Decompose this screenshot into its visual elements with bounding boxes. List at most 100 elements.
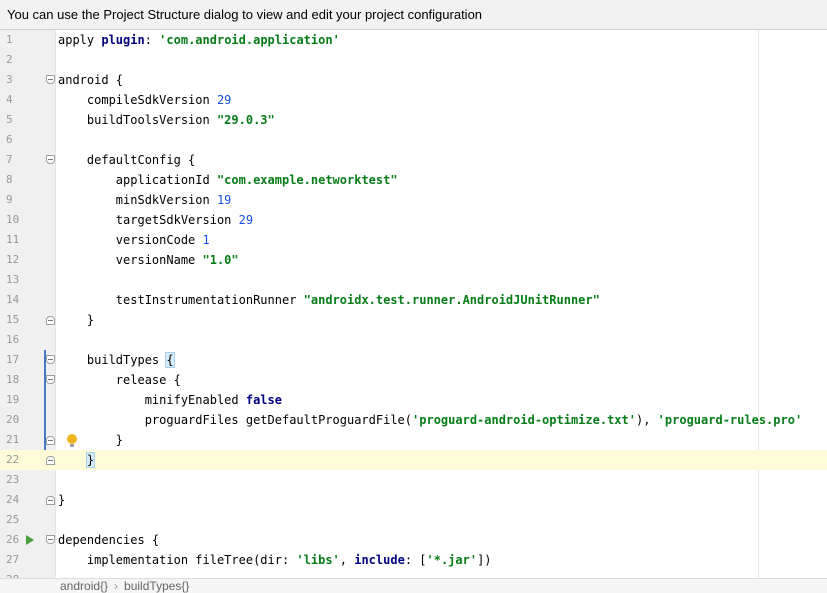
line-number: 2 xyxy=(6,53,13,66)
code-line[interactable]: 17 buildTypes { xyxy=(0,350,827,370)
gutter-cell[interactable]: 12 xyxy=(0,250,56,270)
gutter-cell[interactable]: 16 xyxy=(0,330,56,350)
code-text[interactable]: dependencies { xyxy=(58,530,159,550)
code-text[interactable]: } xyxy=(58,450,96,470)
gutter-cell[interactable]: 18 xyxy=(0,370,56,390)
code-text[interactable]: testInstrumentationRunner "androidx.test… xyxy=(58,290,600,310)
code-line[interactable]: 10 targetSdkVersion 29 xyxy=(0,210,827,230)
gutter-cell[interactable]: 13 xyxy=(0,270,56,290)
fold-expanded-icon[interactable] xyxy=(46,75,55,84)
fold-end-icon[interactable] xyxy=(46,436,55,445)
gutter-cell[interactable]: 1 xyxy=(0,30,56,50)
code-line[interactable]: 6 xyxy=(0,130,827,150)
code-line[interactable]: 23 xyxy=(0,470,827,490)
breadcrumb-item-android[interactable]: android{} xyxy=(60,579,108,593)
code-text[interactable]: buildTypes { xyxy=(58,350,175,370)
gutter-cell[interactable]: 6 xyxy=(0,130,56,150)
code-text[interactable]: } xyxy=(58,490,65,510)
code-text[interactable]: } xyxy=(58,310,94,330)
code-line[interactable]: 26 dependencies { xyxy=(0,530,827,550)
code-token: testInstrumentationRunner xyxy=(58,293,304,307)
code-line[interactable]: 22 } xyxy=(0,450,827,470)
code-line[interactable]: 9 minSdkVersion 19 xyxy=(0,190,827,210)
code-text[interactable]: release { xyxy=(58,370,181,390)
code-token: plugin xyxy=(101,33,145,47)
code-text[interactable]: compileSdkVersion 29 xyxy=(58,90,232,110)
fold-expanded-icon[interactable] xyxy=(46,535,55,544)
line-number: 17 xyxy=(6,353,20,366)
code-text[interactable]: buildToolsVersion "29.0.3" xyxy=(58,110,275,130)
code-editor[interactable]: 1 apply plugin: 'com.android.application'… xyxy=(0,30,827,578)
gutter-cell[interactable]: 9 xyxy=(0,190,56,210)
code-line[interactable]: 15 } xyxy=(0,310,827,330)
gutter-cell[interactable]: 3 xyxy=(0,70,56,90)
code-line[interactable]: 21 } xyxy=(0,430,827,450)
fold-expanded-icon[interactable] xyxy=(46,155,55,164)
code-line[interactable]: 8 applicationId "com.example.networktest… xyxy=(0,170,827,190)
code-line[interactable]: 25 xyxy=(0,510,827,530)
code-text[interactable]: implementation fileTree(dir: 'libs', inc… xyxy=(58,550,492,570)
fold-end-icon[interactable] xyxy=(46,316,55,325)
gutter-cell[interactable]: 15 xyxy=(0,310,56,330)
fold-end-icon[interactable] xyxy=(46,456,55,465)
code-text[interactable]: versionName "1.0" xyxy=(58,250,239,270)
line-number: 11 xyxy=(6,233,20,246)
fold-expanded-icon[interactable] xyxy=(46,355,55,364)
gutter-cell[interactable]: 8 xyxy=(0,170,56,190)
code-text[interactable]: android { xyxy=(58,70,123,90)
code-text[interactable]: } xyxy=(58,430,123,450)
line-number: 13 xyxy=(6,273,20,286)
fold-expanded-icon[interactable] xyxy=(46,375,55,384)
code-line[interactable]: 24} xyxy=(0,490,827,510)
code-line[interactable]: 5 buildToolsVersion "29.0.3" xyxy=(0,110,827,130)
gutter-cell[interactable]: 11 xyxy=(0,230,56,250)
code-text[interactable]: proguardFiles getDefaultProguardFile('pr… xyxy=(58,410,802,430)
code-line[interactable]: 13 xyxy=(0,270,827,290)
code-line[interactable]: 27 implementation fileTree(dir: 'libs', … xyxy=(0,550,827,570)
gutter-cell[interactable]: 23 xyxy=(0,470,56,490)
gutter-cell[interactable]: 26 xyxy=(0,530,56,550)
code-line[interactable]: 7 defaultConfig { xyxy=(0,150,827,170)
gutter-cell[interactable]: 10 xyxy=(0,210,56,230)
code-line[interactable]: 4 compileSdkVersion 29 xyxy=(0,90,827,110)
gutter-cell[interactable]: 2 xyxy=(0,50,56,70)
code-line[interactable]: 2 xyxy=(0,50,827,70)
code-text[interactable]: targetSdkVersion 29 xyxy=(58,210,253,230)
gutter-cell[interactable]: 7 xyxy=(0,150,56,170)
code-text[interactable]: minSdkVersion 19 xyxy=(58,190,232,210)
code-line[interactable]: 11 versionCode 1 xyxy=(0,230,827,250)
gutter-cell[interactable]: 28 xyxy=(0,570,56,578)
gutter-cell[interactable]: 5 xyxy=(0,110,56,130)
code-line[interactable]: 12 versionName "1.0" xyxy=(0,250,827,270)
code-line[interactable]: 18 release { xyxy=(0,370,827,390)
gutter-cell[interactable]: 21 xyxy=(0,430,56,450)
code-token: } xyxy=(58,493,66,507)
code-line[interactable]: 14 testInstrumentationRunner "androidx.t… xyxy=(0,290,827,310)
code-text[interactable]: minifyEnabled false xyxy=(58,390,282,410)
gutter-cell[interactable]: 20 xyxy=(0,410,56,430)
gutter-cell[interactable]: 19 xyxy=(0,390,56,410)
line-number: 8 xyxy=(6,173,13,186)
breadcrumb-item-buildtypes[interactable]: buildTypes{} xyxy=(124,579,189,593)
fold-end-icon[interactable] xyxy=(46,496,55,505)
code-text[interactable]: defaultConfig { xyxy=(58,150,195,170)
code-text[interactable]: apply plugin: 'com.android.application' xyxy=(58,30,340,50)
run-icon[interactable] xyxy=(26,535,34,545)
gutter-cell[interactable]: 4 xyxy=(0,90,56,110)
code-line[interactable]: 19 minifyEnabled false xyxy=(0,390,827,410)
code-text[interactable]: applicationId "com.example.networktest" xyxy=(58,170,398,190)
gutter-cell[interactable]: 25 xyxy=(0,510,56,530)
gutter-cell[interactable]: 17 xyxy=(0,350,56,370)
code-line[interactable]: 16 xyxy=(0,330,827,350)
line-number: 27 xyxy=(6,553,20,566)
gutter-cell[interactable]: 27 xyxy=(0,550,56,570)
project-structure-banner[interactable]: You can use the Project Structure dialog… xyxy=(0,0,827,30)
code-line[interactable]: 1 apply plugin: 'com.android.application' xyxy=(0,30,827,50)
code-line[interactable]: 20 proguardFiles getDefaultProguardFile(… xyxy=(0,410,827,430)
code-text[interactable]: versionCode 1 xyxy=(58,230,210,250)
code-line[interactable]: 28 xyxy=(0,570,827,578)
gutter-cell[interactable]: 14 xyxy=(0,290,56,310)
gutter-cell[interactable]: 22 xyxy=(0,450,56,470)
code-line[interactable]: 3 android { xyxy=(0,70,827,90)
gutter-cell[interactable]: 24 xyxy=(0,490,56,510)
